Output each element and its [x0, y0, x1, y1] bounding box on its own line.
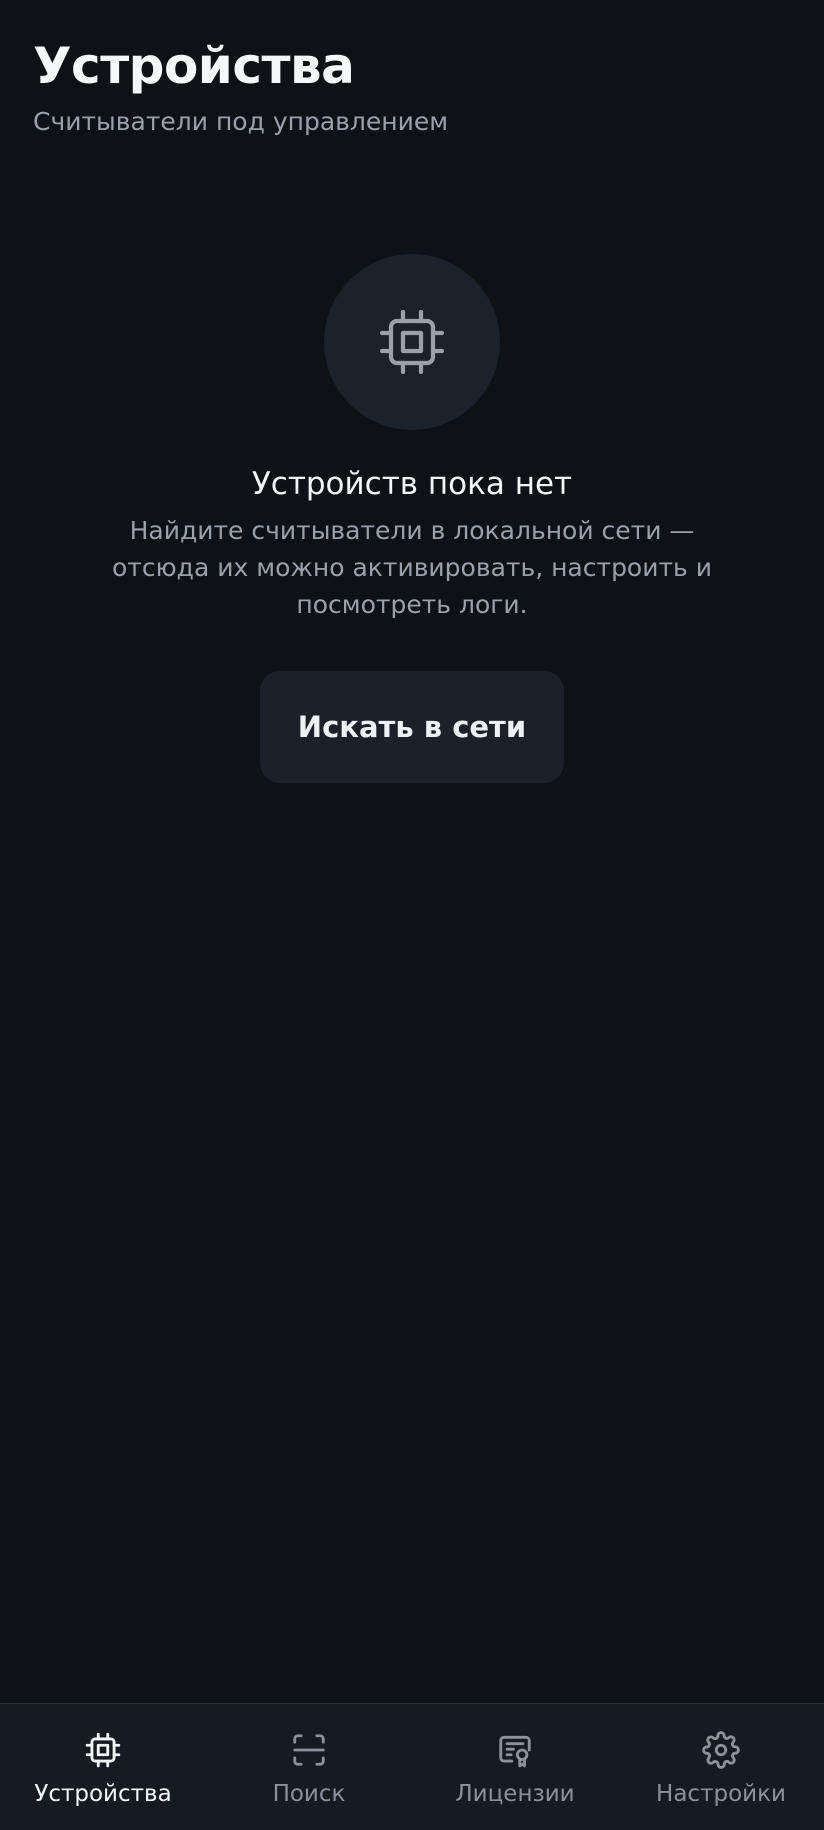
- scan-icon: [289, 1730, 329, 1770]
- chip-icon: [83, 1730, 123, 1770]
- page-subtitle: Считыватели под управлением: [33, 107, 449, 136]
- empty-state-title: Устройств пока нет: [251, 466, 573, 502]
- bottom-nav: Устройства Поиск Лицензии Настройки: [0, 1703, 824, 1830]
- search-network-button[interactable]: Искать в сети: [260, 671, 564, 783]
- nav-item-settings[interactable]: Настройки: [618, 1704, 824, 1830]
- page-header: Устройства Считыватели под управлением: [33, 34, 791, 138]
- nav-label-devices: Устройства: [34, 1781, 172, 1807]
- empty-state-description: Найдите считыватели в локальной сети — о…: [112, 516, 712, 619]
- page-title: Устройства: [33, 37, 355, 95]
- nav-item-devices[interactable]: Устройства: [0, 1704, 206, 1830]
- nav-label-licenses: Лицензии: [455, 1781, 575, 1807]
- nav-label-search: Поиск: [272, 1781, 346, 1807]
- nav-item-licenses[interactable]: Лицензии: [412, 1704, 618, 1830]
- gear-icon: [701, 1730, 741, 1770]
- nav-label-settings: Настройки: [656, 1781, 786, 1807]
- empty-state-icon-circle: [324, 254, 500, 430]
- empty-state: Устройств пока нет Найдите считыватели в…: [0, 254, 824, 783]
- nav-item-search[interactable]: Поиск: [206, 1704, 412, 1830]
- certificate-icon: [495, 1730, 535, 1770]
- chip-icon: [379, 309, 445, 375]
